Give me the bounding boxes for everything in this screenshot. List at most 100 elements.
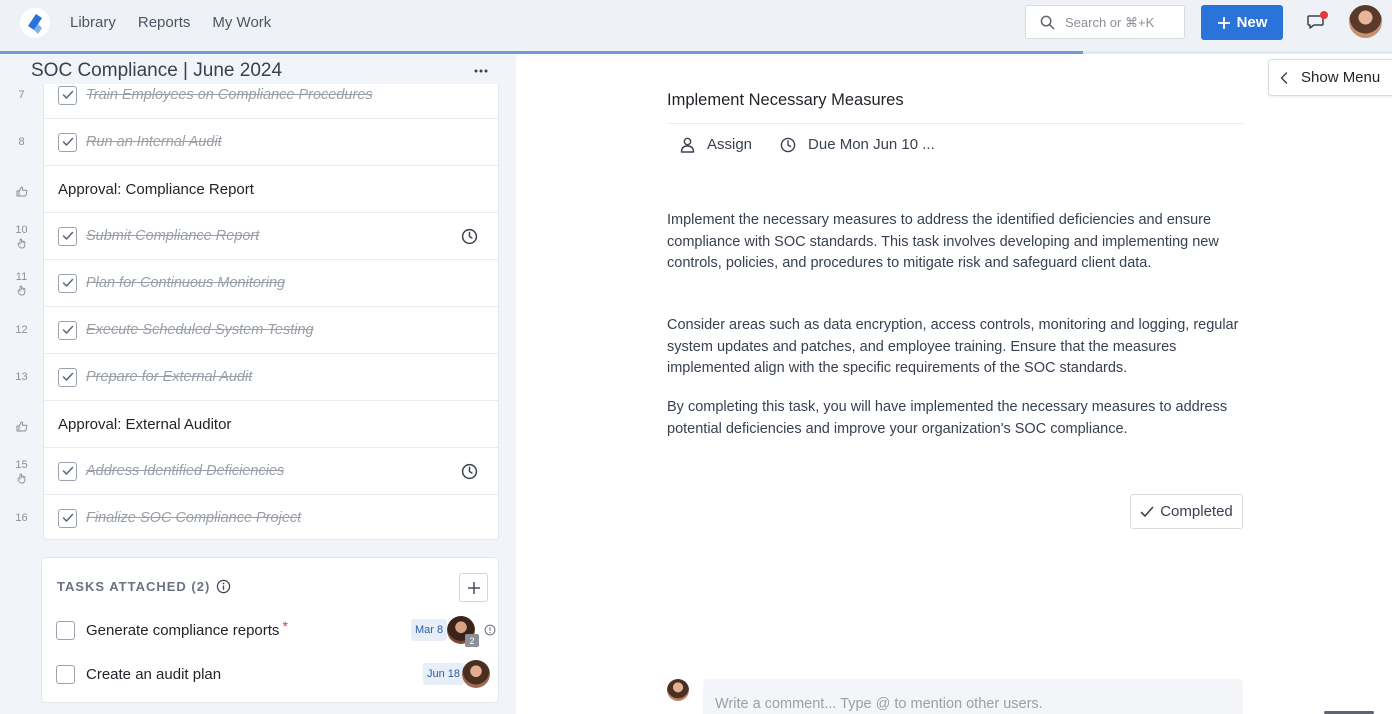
- checklist-row-label: Execute Scheduled System Testing: [86, 322, 314, 338]
- due-date-chip[interactable]: Mar 8: [411, 619, 448, 641]
- checklist-row-label: Plan for Continuous Monitoring: [86, 275, 286, 291]
- tasks-attached-title: TASKS ATTACHED (2): [57, 579, 231, 594]
- drag-hand-icon: [17, 285, 25, 295]
- due-date-button[interactable]: Due Mon Jun 10 ...: [780, 136, 935, 153]
- row-gutter: [0, 419, 43, 432]
- more-options-icon[interactable]: [472, 62, 490, 80]
- check-icon: [1140, 506, 1154, 517]
- task-meta: Assign Due Mon Jun 10 ...: [680, 136, 963, 153]
- assignee-count-badge: 2: [465, 634, 479, 647]
- description-paragraph: Consider areas such as data encryption, …: [667, 317, 1239, 377]
- check-icon: [62, 137, 73, 146]
- drag-hand-icon: [17, 473, 25, 483]
- thumbs-up-icon: [16, 186, 27, 196]
- check-icon: [62, 325, 73, 334]
- checklist-row[interactable]: Plan for Continuous Monitoring: [44, 260, 498, 307]
- assignee-avatar[interactable]: [462, 660, 490, 688]
- row-number: 7: [18, 88, 25, 101]
- check-icon: [62, 231, 73, 240]
- comment-input[interactable]: [715, 696, 1231, 712]
- due-date-clock[interactable]: [461, 228, 478, 245]
- checklist-row-label: Submit Compliance Report: [86, 228, 260, 244]
- checklist-panel: SOC Compliance | June 2024 7 8 10 11 12 13 15 1…: [0, 54, 516, 714]
- user-avatar[interactable]: [1349, 5, 1382, 38]
- task-checkbox[interactable]: [58, 226, 77, 246]
- task-checkbox[interactable]: [58, 320, 77, 340]
- add-task-button[interactable]: [459, 573, 488, 602]
- approval-row[interactable]: Approval: External Auditor: [44, 401, 498, 448]
- row-number: 12: [15, 323, 28, 336]
- show-menu-label: Show Menu: [1301, 69, 1381, 86]
- nav-item-my-work[interactable]: My Work: [212, 14, 271, 31]
- approval-row[interactable]: Approval: Compliance Report: [44, 166, 498, 213]
- row-gutter: 8: [0, 136, 43, 148]
- row-number: 16: [15, 511, 28, 524]
- attached-task-label: Create an audit plan: [86, 665, 222, 683]
- clock-icon: [461, 228, 478, 244]
- description-paragraph: By completing this task, you will have i…: [667, 399, 1228, 437]
- required-marker: *: [282, 617, 288, 634]
- task-checkbox[interactable]: [58, 461, 77, 481]
- checklist-row[interactable]: Address Identified Deficiencies: [44, 448, 498, 495]
- checklist-row-label: Run an Internal Audit: [86, 134, 222, 150]
- checklist-row[interactable]: Submit Compliance Report: [44, 213, 498, 260]
- assign-label: Assign: [707, 136, 753, 153]
- search-input[interactable]: [1065, 14, 1175, 30]
- assign-button[interactable]: Assign: [680, 136, 752, 153]
- checklist-row[interactable]: Finalize SOC Compliance Project: [44, 495, 498, 539]
- app-logo[interactable]: [20, 8, 50, 38]
- due-date-label: Due Mon Jun 10 ...: [808, 136, 935, 153]
- attached-task-label: Generate compliance reports: [86, 621, 280, 639]
- check-icon: [62, 513, 73, 522]
- row-gutter: 15: [0, 459, 43, 484]
- checklist-row-label: Approval: External Auditor: [58, 415, 232, 433]
- attached-task-row[interactable]: Create an audit plan Jun 18: [56, 659, 490, 689]
- checklist-row[interactable]: Train Employees on Compliance Procedures: [44, 84, 498, 119]
- attached-task-checkbox[interactable]: [56, 620, 75, 640]
- comment-box[interactable]: [703, 679, 1243, 714]
- row-gutter: [0, 184, 43, 197]
- check-icon: [62, 466, 73, 475]
- info-icon[interactable]: [216, 579, 231, 594]
- row-gutter: 12: [0, 324, 43, 336]
- task-checkbox[interactable]: [58, 85, 77, 105]
- main-nav: Library Reports My Work: [70, 0, 271, 44]
- check-icon: [62, 278, 73, 287]
- row-gutter: 7: [0, 89, 43, 101]
- due-date-clock[interactable]: [461, 463, 478, 480]
- task-title: Implement Necessary Measures: [667, 91, 904, 109]
- task-checkbox[interactable]: [58, 367, 77, 387]
- clock-icon: [780, 137, 796, 152]
- row-gutter: 16: [0, 512, 43, 524]
- thumbs-up-icon: [16, 421, 27, 431]
- checklist-row[interactable]: Execute Scheduled System Testing: [44, 307, 498, 354]
- task-checkbox[interactable]: [58, 132, 77, 152]
- search-icon: [1040, 15, 1055, 29]
- divider: [667, 123, 1243, 124]
- due-date-chip[interactable]: Jun 18: [423, 663, 465, 685]
- checklist-row[interactable]: Prepare for External Audit: [44, 354, 498, 401]
- top-bar: Library Reports My Work New: [0, 0, 1392, 52]
- attached-task-checkbox[interactable]: [56, 664, 75, 684]
- task-checkbox[interactable]: [58, 508, 77, 528]
- row-gutter: 10: [0, 224, 43, 249]
- checklist-row[interactable]: Run an Internal Audit: [44, 119, 498, 166]
- attached-task-row[interactable]: Generate compliance reports * Mar 8 2: [56, 615, 496, 647]
- commenter-avatar: [667, 679, 689, 701]
- project-title: SOC Compliance | June 2024: [31, 60, 283, 81]
- completed-button[interactable]: Completed: [1130, 494, 1243, 529]
- task-checkbox[interactable]: [58, 273, 77, 293]
- new-button[interactable]: New: [1201, 5, 1283, 40]
- new-button-label: New: [1236, 14, 1268, 31]
- row-number: 10: [15, 223, 28, 236]
- search-box[interactable]: [1025, 5, 1185, 39]
- person-icon: [680, 137, 695, 153]
- nav-item-library[interactable]: Library: [70, 14, 116, 31]
- row-number: 13: [15, 370, 28, 383]
- chevron-left-icon: [1280, 71, 1288, 84]
- checklist-row-label: Prepare for External Audit: [86, 369, 253, 385]
- info-icon[interactable]: [484, 624, 496, 636]
- nav-item-reports[interactable]: Reports: [138, 14, 191, 31]
- show-menu-button[interactable]: Show Menu: [1268, 59, 1392, 96]
- description-paragraph: Implement the necessary measures to addr…: [667, 212, 1219, 272]
